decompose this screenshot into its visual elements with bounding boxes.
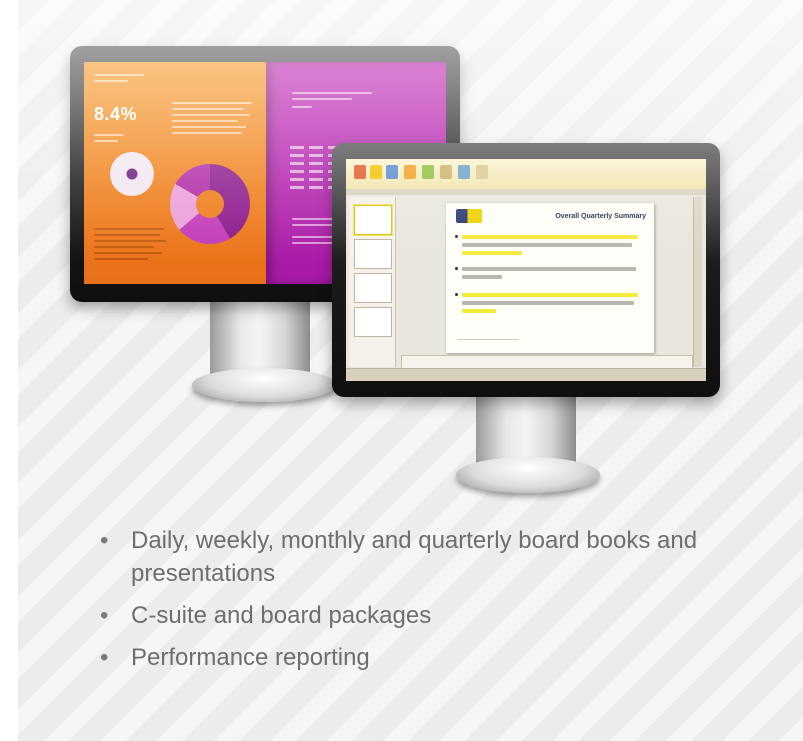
toolbar-button-icon bbox=[458, 165, 470, 179]
toolbar-button-icon bbox=[476, 165, 488, 179]
vertical-scrollbar[interactable] bbox=[693, 197, 702, 367]
thumbnail-sidebar bbox=[349, 197, 396, 367]
report-page-orange: 8.4% bbox=[84, 62, 266, 284]
page-thumbnail bbox=[354, 239, 392, 269]
document-title: Overall Quarterly Summary bbox=[555, 213, 646, 220]
document-bullet bbox=[455, 235, 638, 259]
viewer-toolbar bbox=[346, 159, 706, 190]
bullet-glyph: • bbox=[100, 602, 109, 629]
viewer-titlebar bbox=[346, 189, 706, 195]
document-bullet bbox=[455, 267, 638, 283]
bullet-text: C-suite and board packages bbox=[131, 602, 432, 629]
bullet-text: Daily, weekly, monthly and quarterly boa… bbox=[131, 527, 698, 587]
toolbar-button-icon bbox=[404, 165, 416, 179]
toolbar-button-icon bbox=[386, 165, 398, 179]
monitor-stand-base bbox=[192, 368, 336, 402]
company-logo bbox=[456, 209, 482, 223]
toolbar-button-icon bbox=[370, 165, 382, 179]
background-panel: 8.4% Overall Quarterly Summary • Daily, … bbox=[18, 0, 803, 741]
document-viewer-screen: Overall Quarterly Summary bbox=[346, 159, 706, 381]
toolbar-button-icon bbox=[440, 165, 452, 179]
monitor-stand-base bbox=[456, 457, 600, 493]
document-page: Overall Quarterly Summary bbox=[446, 203, 654, 353]
bullet-glyph: • bbox=[100, 527, 109, 554]
feature-bullet-list: • Daily, weekly, monthly and quarterly b… bbox=[100, 524, 790, 683]
status-bar bbox=[346, 368, 706, 381]
donut-chart-small bbox=[110, 152, 154, 196]
bullet-text: Performance reporting bbox=[131, 644, 370, 671]
bullet-glyph: • bbox=[100, 644, 109, 671]
page-thumbnail bbox=[354, 205, 392, 235]
right-monitor: Overall Quarterly Summary bbox=[332, 143, 720, 503]
bullet-item: • Daily, weekly, monthly and quarterly b… bbox=[100, 524, 790, 590]
monitor-bezel: Overall Quarterly Summary bbox=[332, 143, 720, 397]
document-bullet bbox=[455, 293, 638, 317]
page-thumbnail bbox=[354, 273, 392, 303]
page-thumbnail bbox=[354, 307, 392, 337]
toolbar-button-icon bbox=[354, 165, 366, 179]
bullet-item: • C-suite and board packages bbox=[100, 599, 790, 632]
big-stat: 8.4% bbox=[94, 104, 138, 124]
toolbar-button-icon bbox=[422, 165, 434, 179]
bullet-item: • Performance reporting bbox=[100, 641, 790, 674]
notes-bar bbox=[401, 355, 693, 369]
donut-chart-large bbox=[170, 164, 250, 244]
